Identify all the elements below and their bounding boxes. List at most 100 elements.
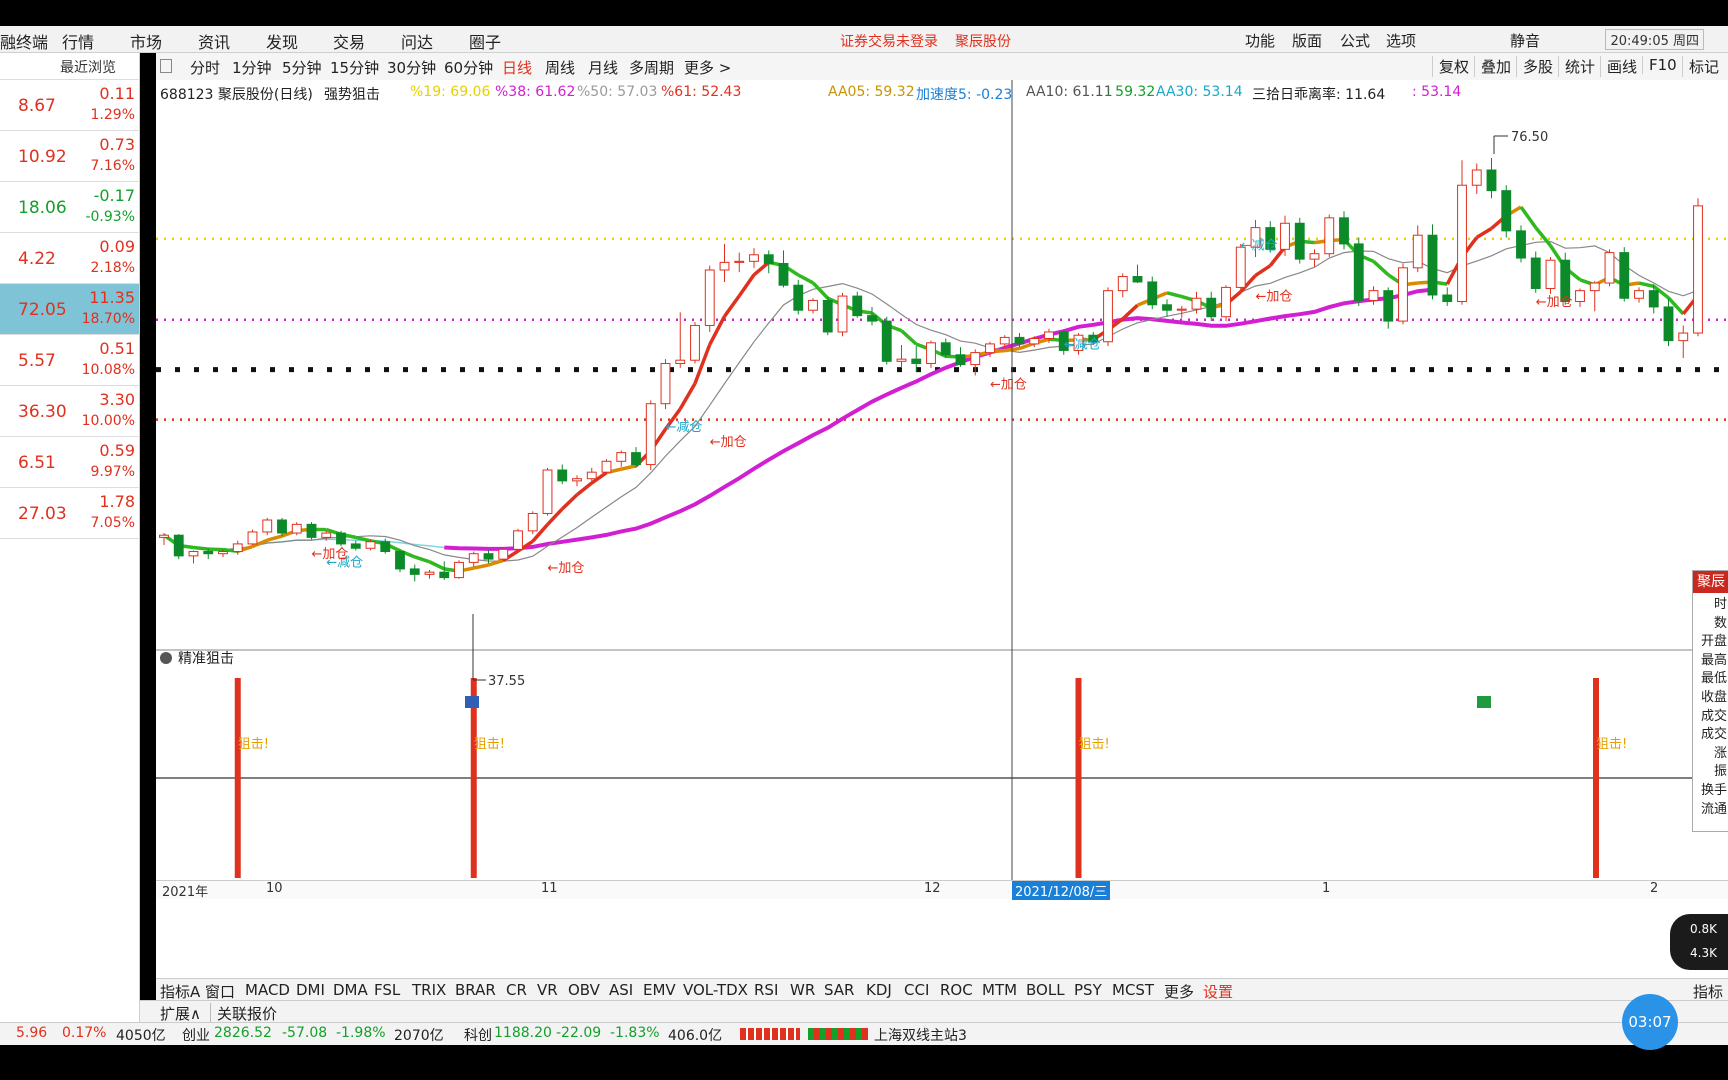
btn-draw[interactable]: 画线: [1600, 56, 1637, 77]
tab-sar[interactable]: SAR: [824, 981, 854, 999]
side-panel-title: 聚辰: [1693, 571, 1728, 593]
menu-formula[interactable]: 公式: [1340, 30, 1370, 51]
tab-vol-tdx[interactable]: VOL-TDX: [683, 981, 748, 999]
row-pct: 1.29%: [90, 107, 135, 123]
menu-function[interactable]: 功能: [1245, 30, 1275, 51]
tab-psy[interactable]: PSY: [1074, 981, 1102, 999]
high-marker: 76.50: [1493, 130, 1548, 154]
period-multi[interactable]: 多周期: [629, 57, 674, 78]
tab-window[interactable]: 窗口: [205, 981, 235, 1002]
candle-body: [1176, 308, 1187, 311]
period-1min[interactable]: 1分钟: [232, 57, 272, 78]
recording-timer[interactable]: 03:07: [1622, 994, 1678, 1050]
tab-dmi[interactable]: DMI: [296, 981, 325, 999]
screen-top-bar: [0, 0, 1728, 26]
candle-body: [970, 352, 981, 366]
tab-vr[interactable]: VR: [537, 981, 558, 999]
panel-collapse-icon[interactable]: [160, 652, 172, 664]
row-pct: 10.08%: [81, 362, 135, 378]
tab-settings[interactable]: 设置: [1203, 981, 1233, 1002]
candle-body: [1368, 290, 1379, 301]
kc-label[interactable]: 科创: [464, 1025, 492, 1045]
period-30min[interactable]: 30分钟: [387, 57, 436, 78]
btn-f10[interactable]: F10: [1642, 56, 1677, 74]
period-more[interactable]: 更多 >: [684, 57, 731, 78]
menu-options[interactable]: 选项: [1386, 30, 1416, 51]
menu-mute[interactable]: 静音: [1510, 30, 1540, 51]
candle-body: [1147, 281, 1158, 306]
tab-mcst[interactable]: MCST: [1112, 981, 1154, 999]
recent-browse-panel: 最近浏览 8.67 0.11 1.29% 10.92 0.73 7.16% 18.06 -…: [0, 53, 140, 1033]
menu-item-terminal[interactable]: 融终端: [0, 29, 48, 53]
ma5-segment: [1372, 260, 1390, 277]
tab-mtm[interactable]: MTM: [982, 981, 1017, 999]
tab-cci[interactable]: CCI: [904, 981, 929, 999]
tab-obv[interactable]: OBV: [568, 981, 600, 999]
period-5min[interactable]: 5分钟: [282, 57, 322, 78]
watch-row[interactable]: 10.92 0.73 7.16%: [0, 131, 139, 182]
watch-row[interactable]: 36.30 3.30 10.00%: [0, 386, 139, 437]
period-intraday[interactable]: 分时: [190, 57, 220, 78]
watch-row[interactable]: 5.57 0.51 10.08%: [0, 335, 139, 386]
menu-item-circle[interactable]: 圈子: [469, 29, 501, 53]
expand-toggle[interactable]: 扩展∧: [160, 1003, 201, 1024]
tab-cr[interactable]: CR: [506, 981, 527, 999]
menu-item-market[interactable]: 市场: [130, 29, 162, 53]
tab-more[interactable]: 更多: [1164, 981, 1194, 1002]
candle-body: [350, 543, 361, 549]
sidebar-toggle-icon[interactable]: [160, 59, 172, 73]
period-60min[interactable]: 60分钟: [444, 57, 493, 78]
candle-body: [734, 260, 745, 263]
period-weekly[interactable]: 周线: [545, 57, 575, 78]
menu-layout[interactable]: 版面: [1292, 30, 1322, 51]
tab-macd[interactable]: MACD: [245, 981, 290, 999]
tab-rsi[interactable]: RSI: [754, 981, 778, 999]
stock-name-link[interactable]: 聚辰股份: [955, 31, 1011, 51]
event-marker[interactable]: [1477, 696, 1491, 708]
btn-multi-stock[interactable]: 多股: [1516, 56, 1553, 77]
candle-body: [719, 261, 730, 271]
tab-indicator-a[interactable]: 指标A: [160, 981, 200, 1002]
related-quote-tab[interactable]: 关联报价: [210, 1003, 277, 1024]
watch-row[interactable]: 4.22 0.09 2.18%: [0, 233, 139, 284]
row-price: 5.57: [18, 351, 56, 371]
tab-emv[interactable]: EMV: [643, 981, 676, 999]
tab-fsl[interactable]: FSL: [374, 981, 400, 999]
btn-adjust[interactable]: 复权: [1432, 56, 1469, 77]
watch-row[interactable]: 6.51 0.59 9.97%: [0, 437, 139, 488]
tab-boll[interactable]: BOLL: [1026, 981, 1065, 999]
cy-value: 2826.52: [214, 1025, 272, 1041]
login-notice[interactable]: 证券交易未登录: [840, 31, 938, 51]
axis-month-11: 11: [541, 881, 558, 896]
kline-chart-area[interactable]: 688123 聚辰股份(日线) 强势狙击 %19: 69.06 %38: 61.…: [156, 80, 1728, 978]
menu-item-news[interactable]: 资讯: [198, 29, 230, 53]
index-status-bar: 5.96 0.17% 4050亿 创业 2826.52 -57.08 -1.98…: [0, 1022, 1728, 1045]
menu-item-wenda[interactable]: 问达: [401, 29, 433, 53]
btn-overlay[interactable]: 叠加: [1474, 56, 1511, 77]
tab-dma[interactable]: DMA: [333, 981, 368, 999]
tab-brar[interactable]: BRAR: [455, 981, 496, 999]
watch-row-selected[interactable]: 72.05 11.35 18.70%: [0, 284, 139, 335]
snipe-label: 狙击!: [1079, 737, 1110, 752]
tab-wr[interactable]: WR: [790, 981, 815, 999]
watch-row[interactable]: 27.03 1.78 7.05%: [0, 488, 139, 539]
tab-kdj[interactable]: KDJ: [866, 981, 892, 999]
period-15min[interactable]: 15分钟: [330, 57, 379, 78]
menu-item-discover[interactable]: 发现: [266, 29, 298, 53]
menu-item-market-quotes[interactable]: 行情: [62, 29, 94, 53]
event-marker[interactable]: [465, 696, 479, 708]
watch-row[interactable]: 18.06 -0.17 -0.93%: [0, 182, 139, 233]
network-speed-widget[interactable]: 0.8K 4.3K: [1670, 914, 1728, 970]
tab-trix[interactable]: TRIX: [412, 981, 446, 999]
period-monthly[interactable]: 月线: [588, 57, 618, 78]
server-name[interactable]: 上海双线主站3: [874, 1025, 967, 1045]
candle-body: [173, 534, 184, 557]
btn-mark[interactable]: 标记: [1682, 56, 1719, 77]
watch-row[interactable]: 8.67 0.11 1.29%: [0, 80, 139, 131]
menu-item-trade[interactable]: 交易: [333, 29, 365, 53]
cy-label[interactable]: 创业: [182, 1025, 210, 1045]
tab-asi[interactable]: ASI: [609, 981, 633, 999]
btn-stats[interactable]: 统计: [1558, 56, 1595, 77]
tab-roc[interactable]: ROC: [940, 981, 973, 999]
period-daily[interactable]: 日线: [502, 57, 532, 78]
